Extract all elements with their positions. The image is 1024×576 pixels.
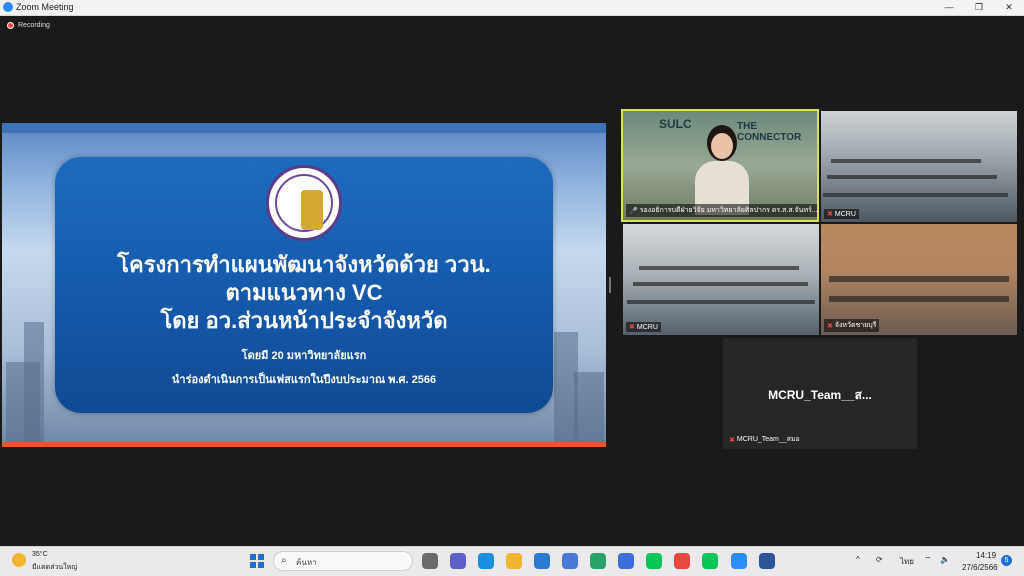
- sync-icon[interactable]: ⟳: [876, 555, 883, 564]
- taskbar-search[interactable]: ⌕ ค้นหา: [273, 551, 413, 571]
- windows-taskbar: 35°C มีแดดส่วนใหญ่ ⌕ ค้นหา ^ ⟳ ไทย ⌔ 🔈 1…: [0, 546, 1024, 576]
- mic-muted-icon: ✖: [827, 211, 833, 218]
- shared-screen: โครงการทำแผนพัฒนาจังหวัดด้วย ววน. ตามแนว…: [2, 123, 606, 447]
- participant-name-label: ✖ MCRU: [824, 209, 859, 219]
- chrome-browser-icon[interactable]: [674, 553, 690, 569]
- desk-row: [823, 193, 1008, 197]
- participant-video: [695, 125, 749, 215]
- close-button[interactable]: ✕: [994, 0, 1024, 15]
- weather-temperature[interactable]: 35°C: [32, 551, 48, 558]
- search-icon: ⌕: [281, 555, 287, 566]
- teams-chat-icon[interactable]: [450, 553, 466, 569]
- participant-name-label: 🎤 รองอธิการบดีฝ่ายวิจัย มหาวิทยาลัยศิลปา…: [626, 204, 817, 217]
- university-seal-icon: [266, 165, 342, 241]
- search-placeholder: ค้นหา: [296, 558, 317, 567]
- start-windows-icon[interactable]: [250, 554, 264, 568]
- tray-overflow-chevron-icon[interactable]: ^: [856, 555, 860, 564]
- restore-button[interactable]: ❐: [964, 0, 994, 15]
- video-tile-mcru-1[interactable]: ✖ MCRU: [821, 111, 1017, 222]
- connector-logo-text: THE CONNECTOR: [737, 121, 802, 143]
- minimize-button[interactable]: —: [934, 0, 964, 15]
- desk-row: [627, 300, 815, 304]
- participant-name-label: ✖ MCRU_Team__สมอ: [729, 436, 800, 444]
- video-tile-province[interactable]: ✖ จังหวัดชายบุรี: [821, 224, 1017, 335]
- slide-card: โครงการทำแผนพัฒนาจังหวัดด้วย ววน. ตามแนว…: [55, 157, 553, 413]
- wifi-icon[interactable]: ⌔: [924, 555, 932, 565]
- slide-headline-3: โดย อว.ส่วนหน้าประจำจังหวัด: [160, 308, 448, 333]
- mic-muted-icon: ✖: [729, 436, 735, 444]
- participant-name-label: ✖ จังหวัดชายบุรี: [824, 319, 880, 332]
- video-tile-mcru-2[interactable]: ✖ MCRU: [623, 224, 819, 335]
- mic-muted-icon: ✖: [827, 322, 833, 330]
- conference-table: [829, 296, 1009, 302]
- panel-splitter-handle[interactable]: [609, 277, 611, 293]
- slide-subline-1: โดยมี 20 มหาวิทยาลัยแรก: [241, 350, 367, 362]
- recording-indicator[interactable]: Recording: [7, 22, 50, 29]
- building-graphic: [574, 372, 604, 442]
- file-explorer-icon[interactable]: [506, 553, 522, 569]
- edge-browser-icon[interactable]: [478, 553, 494, 569]
- slide-headline-2: ตามแนวทาง VC: [225, 280, 383, 305]
- building-graphic: [24, 322, 44, 442]
- window-title: Zoom Meeting: [16, 2, 74, 12]
- weather-description[interactable]: มีแดดส่วนใหญ่: [32, 562, 77, 573]
- line-chat-icon[interactable]: [646, 553, 662, 569]
- slide-bottom-strip: [2, 442, 606, 447]
- clock-date[interactable]: 27/6/2566: [962, 563, 998, 572]
- video-tile-mcru-team[interactable]: MCRU_Team__ส... ✖ MCRU_Team__สมอ: [723, 338, 917, 449]
- zoom-app-icon: [3, 2, 13, 12]
- line-chat-icon-2[interactable]: [702, 553, 718, 569]
- notification-badge[interactable]: 5: [1001, 555, 1012, 566]
- calculator-icon[interactable]: [618, 553, 634, 569]
- mic-icon: 🎤: [629, 207, 638, 215]
- desk-row: [827, 175, 997, 179]
- input-language[interactable]: ไทย: [900, 555, 914, 568]
- store-icon[interactable]: [562, 553, 578, 569]
- mail-icon[interactable]: [534, 553, 550, 569]
- word-icon[interactable]: [759, 553, 775, 569]
- mic-muted-icon: ✖: [629, 324, 635, 331]
- weather-sun-icon[interactable]: [12, 553, 26, 567]
- recording-label: Recording: [18, 22, 50, 29]
- slide-subline-2: นำร่องดำเนินการเป็นเฟสแรกในปีงบประมาณ พ.…: [171, 374, 437, 386]
- title-bar: Zoom Meeting — ❐ ✕: [0, 0, 1024, 16]
- clock-time[interactable]: 14:19: [976, 551, 996, 560]
- slide-top-band: [2, 123, 606, 133]
- slide-headline-1: โครงการทำแผนพัฒนาจังหวัดด้วย ววน.: [117, 252, 491, 277]
- record-icon: [7, 22, 14, 29]
- sulc-logo-text: SULC: [659, 117, 692, 131]
- participant-display-name: MCRU_Team__ส...: [768, 388, 872, 402]
- desk-row: [639, 266, 799, 270]
- desk-row: [831, 159, 981, 163]
- volume-icon[interactable]: 🔈: [940, 555, 950, 564]
- task-view-icon[interactable]: [422, 553, 438, 569]
- conference-table: [829, 276, 1009, 282]
- desk-row: [633, 282, 808, 286]
- zoom-taskbar-icon[interactable]: [731, 553, 747, 569]
- video-tile-speaker[interactable]: SULC THE CONNECTOR 🎤 รองอธิการบดีฝ่ายวิจ…: [621, 109, 819, 222]
- globe-app-icon[interactable]: [590, 553, 606, 569]
- participant-name-label: ✖ MCRU: [626, 322, 661, 332]
